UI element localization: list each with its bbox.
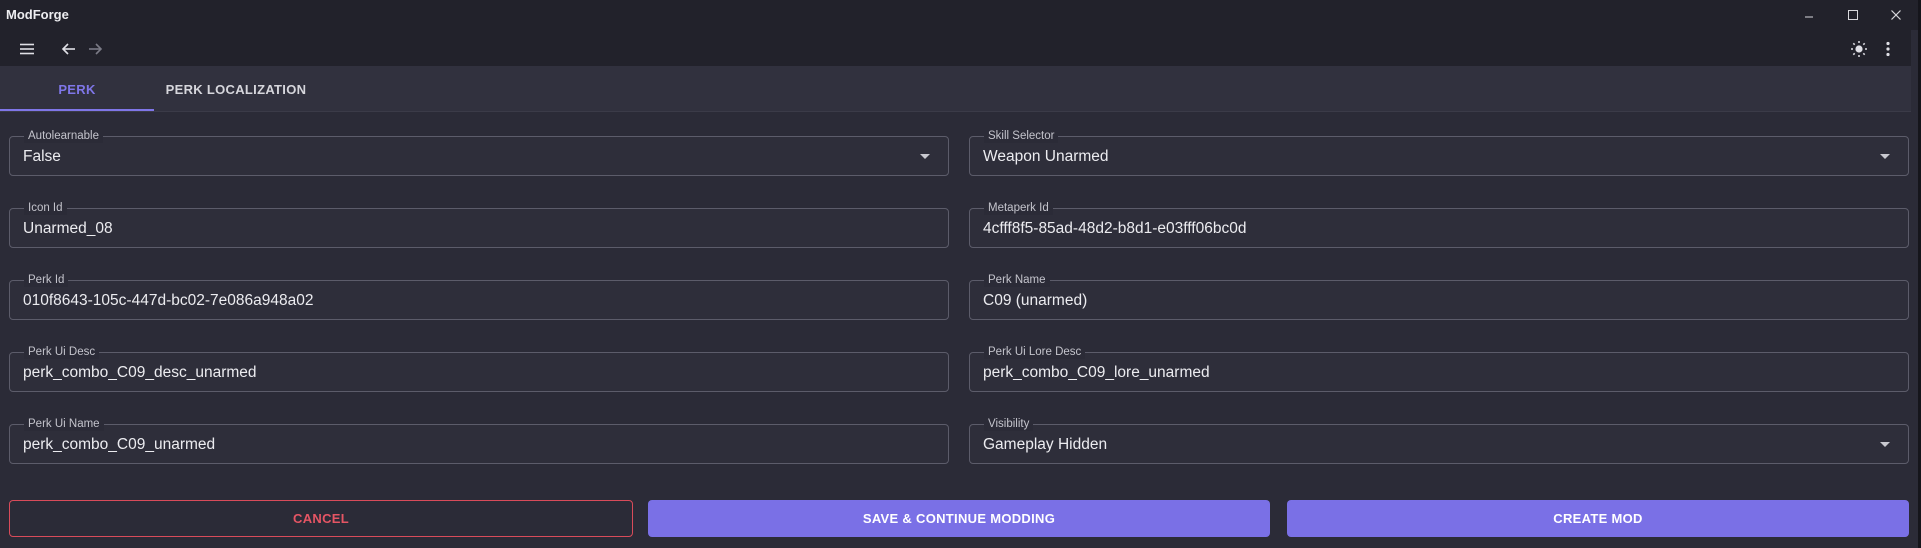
- perk-name-field[interactable]: Perk Name C09 (unarmed): [969, 273, 1909, 320]
- close-window-button[interactable]: [1874, 0, 1918, 30]
- icon-id-field[interactable]: Icon Id Unarmed_08: [9, 201, 949, 248]
- visibility-label: Visibility: [984, 417, 1034, 431]
- chevron-down-icon: [1880, 442, 1890, 447]
- toolbar: [0, 30, 1921, 66]
- perk-ui-desc-label: Perk Ui Desc: [24, 345, 100, 359]
- menu-button[interactable]: [16, 38, 38, 60]
- skill-selector-label: Skill Selector: [984, 129, 1059, 143]
- forward-arrow-icon: [89, 43, 103, 55]
- tab-perk-label: PERK: [58, 81, 96, 97]
- tab-perk-localization[interactable]: PERK LOCALIZATION: [154, 66, 318, 112]
- more-options-button[interactable]: [1877, 38, 1899, 60]
- perk-ui-name-value: perk_combo_C09_unarmed: [23, 436, 216, 453]
- cancel-button-label: CANCEL: [293, 511, 349, 526]
- minimize-button[interactable]: [1787, 0, 1831, 30]
- active-tab-indicator: [0, 109, 154, 111]
- theme-toggle-sun-icon: [1851, 41, 1867, 57]
- maximize-icon: [1848, 10, 1858, 20]
- perk-ui-desc-field[interactable]: Perk Ui Desc perk_combo_C09_desc_unarmed: [9, 345, 949, 392]
- chevron-down-icon: [920, 154, 930, 159]
- app-title: ModForge: [6, 7, 69, 22]
- autolearnable-value: False: [23, 148, 61, 165]
- more-vertical-icon: [1886, 41, 1890, 57]
- autolearnable-label: Autolearnable: [24, 129, 103, 143]
- back-button[interactable]: [58, 38, 80, 60]
- menu-icon: [20, 43, 34, 55]
- create-mod-button-label: CREATE MOD: [1553, 511, 1643, 526]
- skill-selector-value: Weapon Unarmed: [983, 148, 1109, 165]
- autolearnable-select[interactable]: Autolearnable False: [9, 129, 949, 176]
- tab-perk-localization-label: PERK LOCALIZATION: [165, 81, 307, 97]
- back-arrow-icon: [61, 43, 75, 55]
- chevron-down-icon: [1880, 154, 1890, 159]
- perk-id-value: 010f8643-105c-447d-bc02-7e086a948a02: [23, 292, 314, 309]
- visibility-value: Gameplay Hidden: [983, 436, 1108, 453]
- perk-ui-lore-desc-label: Perk Ui Lore Desc: [984, 345, 1086, 359]
- close-icon: [1891, 10, 1901, 20]
- save-continue-button-label: SAVE & CONTINUE MODDING: [862, 511, 1056, 526]
- icon-id-label: Icon Id: [24, 201, 67, 215]
- perk-ui-lore-desc-value: perk_combo_C09_lore_unarmed: [983, 364, 1210, 381]
- perk-ui-name-field[interactable]: Perk Ui Name perk_combo_C09_unarmed: [9, 417, 949, 464]
- metaperk-id-value: 4cfff8f5-85ad-48d2-b8d1-e03fff06bc0d: [983, 220, 1247, 237]
- save-continue-button[interactable]: SAVE & CONTINUE MODDING: [648, 500, 1270, 537]
- cancel-button[interactable]: CANCEL: [9, 500, 633, 537]
- perk-name-label: Perk Name: [984, 273, 1050, 287]
- theme-toggle-button[interactable]: [1848, 38, 1870, 60]
- title-bar: ModForge: [0, 0, 1921, 30]
- icon-id-value: Unarmed_08: [23, 220, 113, 237]
- perk-id-field[interactable]: Perk Id 010f8643-105c-447d-bc02-7e086a94…: [9, 273, 949, 320]
- perk-name-value: C09 (unarmed): [983, 292, 1088, 309]
- skill-selector-select[interactable]: Skill Selector Weapon Unarmed: [969, 129, 1909, 176]
- metaperk-id-field[interactable]: Metaperk Id 4cfff8f5-85ad-48d2-b8d1-e03f…: [969, 201, 1909, 248]
- forward-button[interactable]: [84, 38, 106, 60]
- minimize-icon: [1805, 16, 1813, 18]
- maximize-button[interactable]: [1831, 0, 1875, 30]
- perk-ui-lore-desc-field[interactable]: Perk Ui Lore Desc perk_combo_C09_lore_un…: [969, 345, 1909, 392]
- perk-id-label: Perk Id: [24, 273, 69, 287]
- perk-ui-name-label: Perk Ui Name: [24, 417, 104, 431]
- tab-perk[interactable]: PERK: [0, 66, 154, 112]
- perk-ui-desc-value: perk_combo_C09_desc_unarmed: [23, 364, 257, 381]
- visibility-select[interactable]: Visibility Gameplay Hidden: [969, 417, 1909, 464]
- create-mod-button[interactable]: CREATE MOD: [1287, 500, 1909, 537]
- metaperk-id-label: Metaperk Id: [984, 201, 1053, 215]
